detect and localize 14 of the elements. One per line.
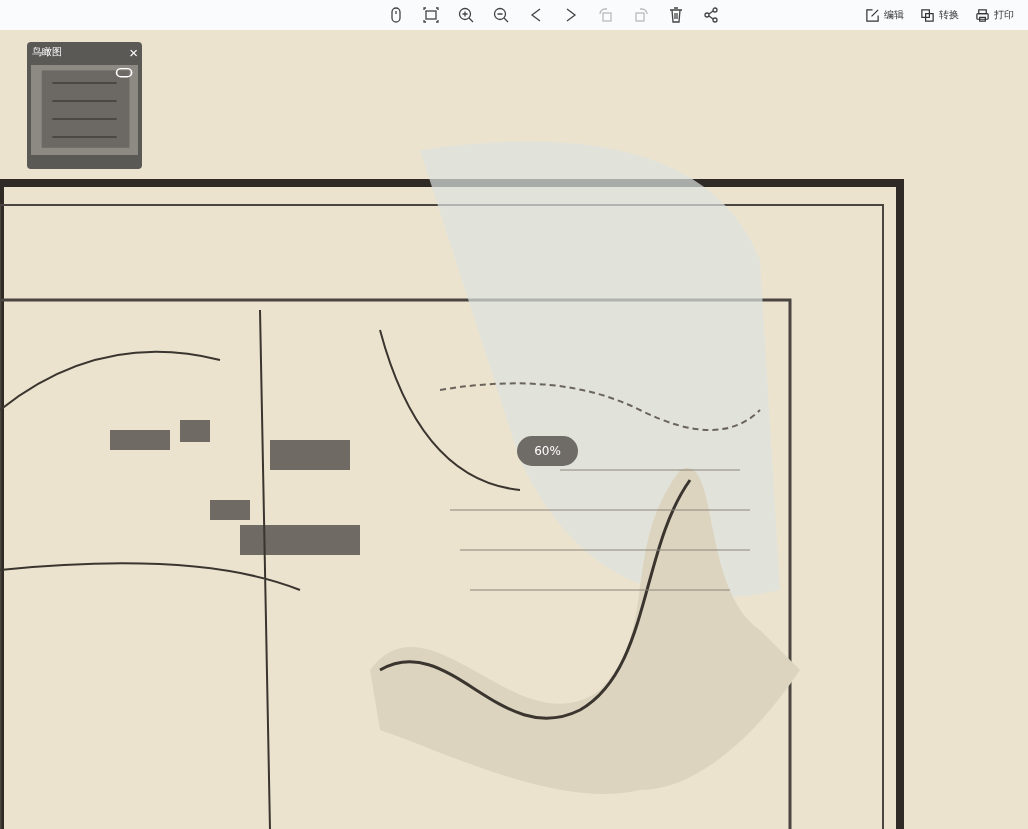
edit-icon (865, 7, 880, 23)
share-icon (702, 6, 720, 24)
rotate-right-icon (632, 6, 650, 24)
edit-button[interactable]: 编辑 (865, 7, 904, 23)
fit-button[interactable] (420, 4, 442, 26)
trash-icon (667, 6, 685, 24)
convert-icon (920, 7, 935, 23)
fit-screen-icon (422, 6, 440, 24)
rotate-left-icon (597, 6, 615, 24)
zoom-out-icon (492, 6, 510, 24)
printer-icon (975, 7, 990, 23)
zoom-in-icon (457, 6, 475, 24)
convert-button[interactable]: 转换 (920, 7, 959, 23)
print-button[interactable]: 打印 (975, 7, 1014, 23)
